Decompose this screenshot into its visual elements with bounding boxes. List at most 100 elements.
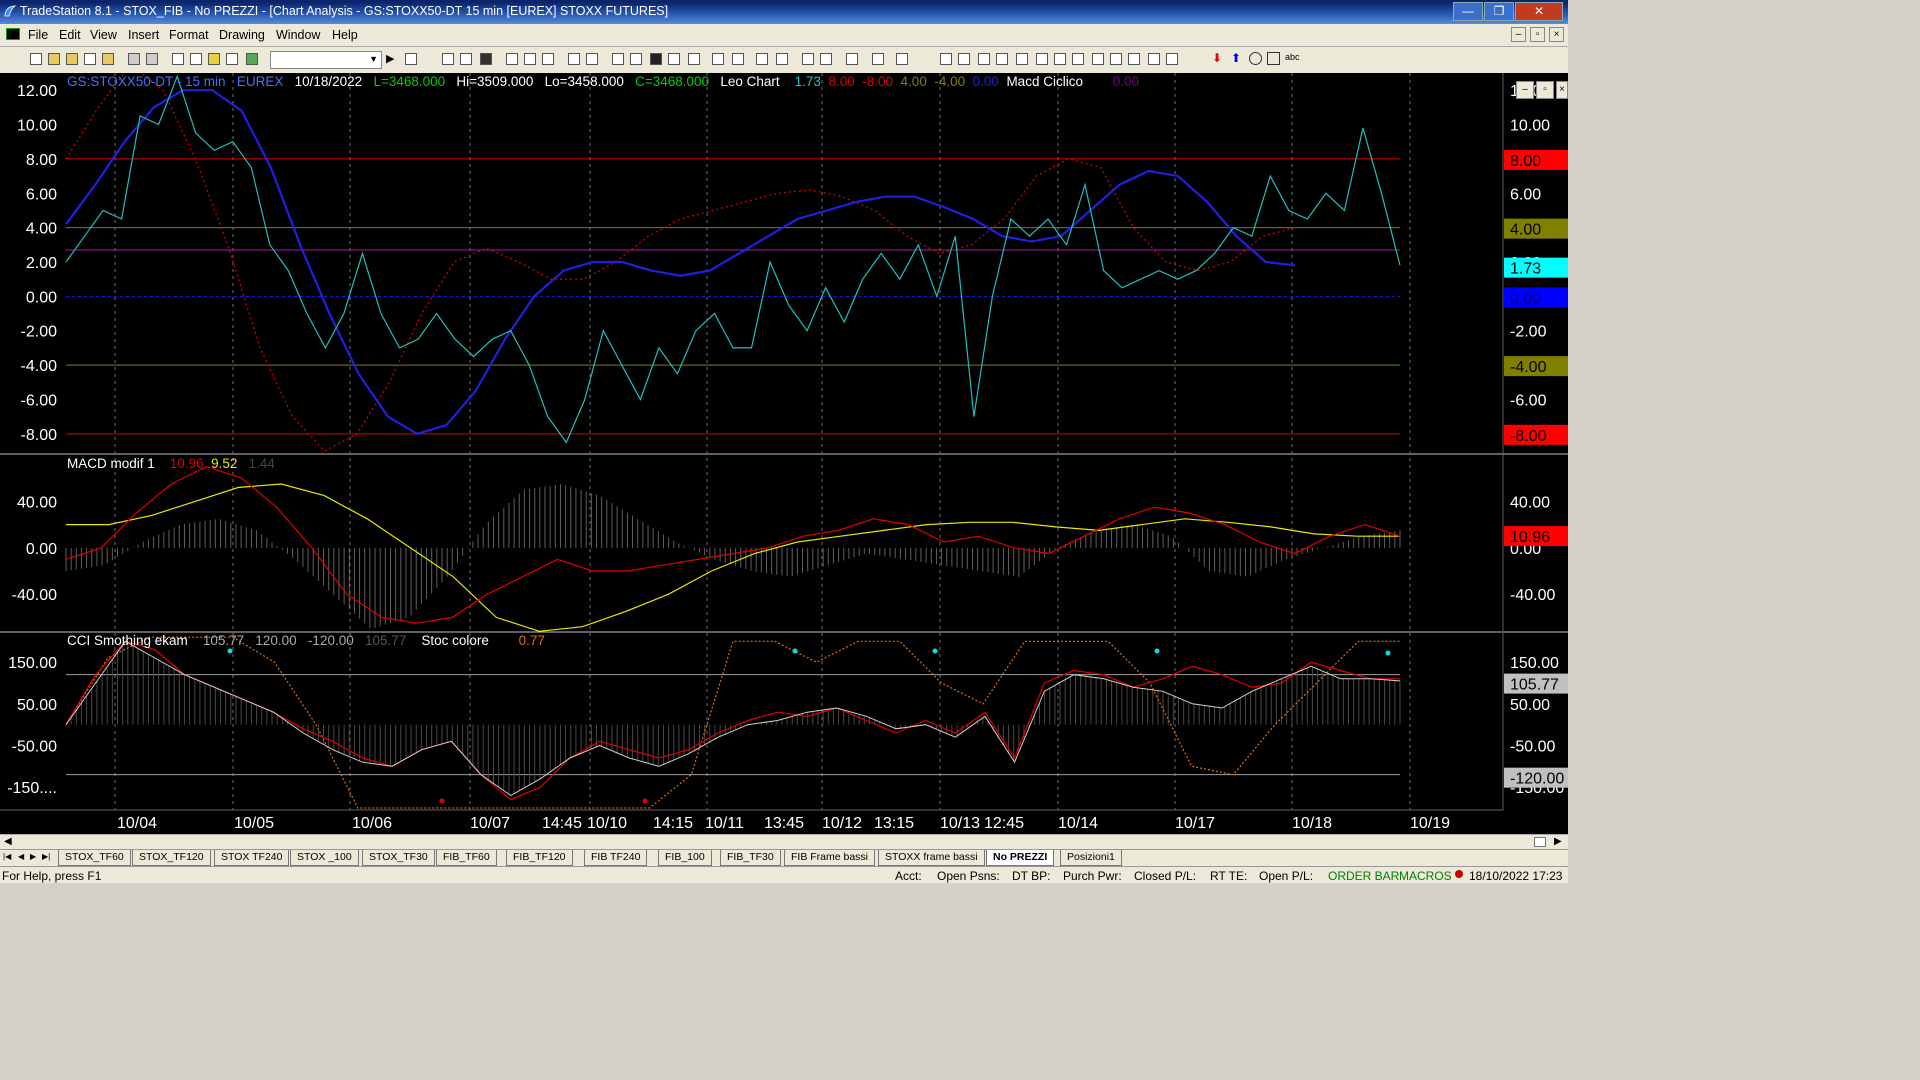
ohlc-icon[interactable]	[668, 53, 680, 65]
menu-window[interactable]: Window	[276, 28, 320, 42]
new-icon[interactable]	[30, 53, 42, 65]
menu-view[interactable]: View	[90, 28, 117, 42]
tab-nav-prev-icon[interactable]: ◀	[18, 852, 24, 861]
options-icon[interactable]	[872, 53, 884, 65]
tab-stox-tf240[interactable]: STOX TF240	[214, 850, 290, 866]
format-icon[interactable]	[542, 53, 554, 65]
open-icon[interactable]	[48, 53, 60, 65]
tab-nav-next-icon[interactable]: ▶	[30, 852, 36, 861]
folder-icon[interactable]	[102, 53, 114, 65]
volume-icon[interactable]	[688, 53, 700, 65]
tab-no-prezzi[interactable]: No PREZZI	[986, 850, 1055, 866]
text-icon[interactable]: abc	[1285, 52, 1300, 62]
panel-close-button[interactable]: ×	[1556, 81, 1568, 99]
help-icon[interactable]	[896, 53, 908, 65]
tile-icon[interactable]	[190, 53, 202, 65]
doc-minimize-button[interactable]: –	[1511, 27, 1526, 42]
tab-nav-last-icon[interactable]: ▶|	[42, 852, 50, 861]
select-icon[interactable]	[820, 53, 832, 65]
tab-stox-100[interactable]: STOX _100	[290, 850, 359, 866]
tools-icon[interactable]	[846, 53, 858, 65]
strategy-icon[interactable]	[246, 53, 258, 65]
chart-analysis-window[interactable]: 12.0012.0010.0010.008.008.006.006.004.00…	[0, 73, 1568, 834]
close-button[interactable]: ✕	[1515, 2, 1563, 21]
pointer-icon[interactable]	[802, 53, 814, 65]
pen-icon[interactable]	[1166, 53, 1178, 65]
panel-restore-button[interactable]: ▫	[1536, 81, 1554, 99]
arrow-lr-icon[interactable]	[1110, 53, 1122, 65]
window-icon[interactable]	[172, 53, 184, 65]
tab-stoxx-frame-bassi[interactable]: STOXX frame bassi	[878, 850, 985, 866]
andrews-icon[interactable]	[1054, 53, 1066, 65]
gann-icon[interactable]	[1072, 53, 1084, 65]
menu-format[interactable]: Format	[169, 28, 209, 42]
value-badge-text: 0.00	[1510, 290, 1541, 307]
panel-minimize-button[interactable]: –	[1516, 81, 1534, 99]
arrow-down-red-icon[interactable]: ⬇	[1212, 51, 1222, 65]
insert-strategy-icon[interactable]	[524, 53, 536, 65]
tab-fib-tf240[interactable]: FIB TF240	[584, 850, 648, 866]
fib-fan-icon[interactable]	[1092, 53, 1104, 65]
status-macros[interactable]: MACROS	[1399, 869, 1452, 883]
candle-icon[interactable]	[630, 53, 642, 65]
parallel-icon[interactable]	[1128, 53, 1140, 65]
tab-fib-tf120[interactable]: FIB_TF120	[506, 850, 573, 866]
minimize-button[interactable]: —	[1453, 2, 1483, 21]
arrow-up-blue-icon[interactable]: ⬆	[1231, 51, 1241, 65]
scroll-left-icon[interactable]: ◀	[4, 836, 12, 847]
menu-edit[interactable]: Edit	[59, 28, 81, 42]
menu-help[interactable]: Help	[332, 28, 358, 42]
restore-button[interactable]: ❐	[1484, 2, 1514, 21]
layout-icon[interactable]	[226, 53, 238, 65]
zoom-bars-icon[interactable]	[712, 53, 724, 65]
ellipse-icon[interactable]	[1249, 52, 1262, 65]
bar-interval-icon[interactable]	[612, 53, 624, 65]
horizontal-lines-icon[interactable]	[978, 53, 990, 65]
tab-fib-tf30[interactable]: FIB_TF30	[720, 850, 781, 866]
play-icon[interactable]: ▶	[386, 52, 394, 65]
scroll-thumb[interactable]	[1534, 837, 1546, 847]
radarscreen-icon[interactable]	[460, 53, 472, 65]
new-window-icon[interactable]	[84, 53, 96, 65]
print-icon[interactable]	[128, 53, 140, 65]
tab-fib-100[interactable]: FIB_100	[658, 850, 712, 866]
doc-close-button[interactable]: ×	[1549, 27, 1564, 42]
tab-posizioni1[interactable]: Posizioni1	[1060, 850, 1122, 866]
menu-file[interactable]: File	[28, 28, 48, 42]
tab-nav-first-icon[interactable]: |◀	[3, 852, 11, 861]
lock-icon[interactable]	[208, 53, 220, 65]
data-window-icon[interactable]	[586, 53, 598, 65]
tab-stox-tf120[interactable]: STOX_TF120	[132, 850, 211, 866]
rectangle-icon[interactable]	[1267, 52, 1280, 65]
chart-analysis-icon[interactable]	[442, 53, 454, 65]
status-order-bar[interactable]: ORDER BAR	[1328, 869, 1399, 883]
tab-fib-tf60[interactable]: FIB_TF60	[436, 850, 497, 866]
vertical-lines-icon[interactable]	[958, 53, 970, 65]
chevron-down-icon[interactable]: ▼	[369, 54, 378, 64]
zoom-out-icon[interactable]	[776, 53, 788, 65]
line-chart-icon[interactable]	[650, 53, 662, 65]
matrix-icon[interactable]	[480, 53, 492, 65]
cycle-icon[interactable]	[1148, 53, 1160, 65]
doc-restore-button[interactable]: ▫	[1530, 27, 1545, 42]
symbol-icon[interactable]	[568, 53, 580, 65]
tab-stox-tf30[interactable]: STOX_TF30	[362, 850, 435, 866]
horizontal-scrollbar[interactable]: ◀ ▶	[0, 834, 1568, 850]
speed-line-icon[interactable]	[1036, 53, 1048, 65]
symbol-combo[interactable]: ▼	[270, 51, 382, 69]
menu-insert[interactable]: Insert	[128, 28, 159, 42]
open-workspace-icon[interactable]	[66, 53, 78, 65]
fib-icon[interactable]	[996, 53, 1008, 65]
scroll-right-icon[interactable]: ▶	[1554, 836, 1562, 847]
insert-indicator-icon[interactable]	[506, 53, 518, 65]
menu-drawing[interactable]: Drawing	[219, 28, 265, 42]
zoom-in-icon[interactable]	[756, 53, 768, 65]
chart-canvas[interactable]: 12.0012.0010.0010.008.008.006.006.004.00…	[0, 73, 1568, 834]
arc-icon[interactable]	[1016, 53, 1028, 65]
print-preview-icon[interactable]	[146, 53, 158, 65]
tab-stox-tf60[interactable]: STOX_TF60	[58, 850, 131, 866]
trendline-icon[interactable]	[940, 53, 952, 65]
spacing-icon[interactable]	[732, 53, 744, 65]
find-symbol-icon[interactable]	[405, 53, 417, 65]
tab-fib-frame-bassi[interactable]: FIB Frame bassi	[784, 850, 876, 866]
